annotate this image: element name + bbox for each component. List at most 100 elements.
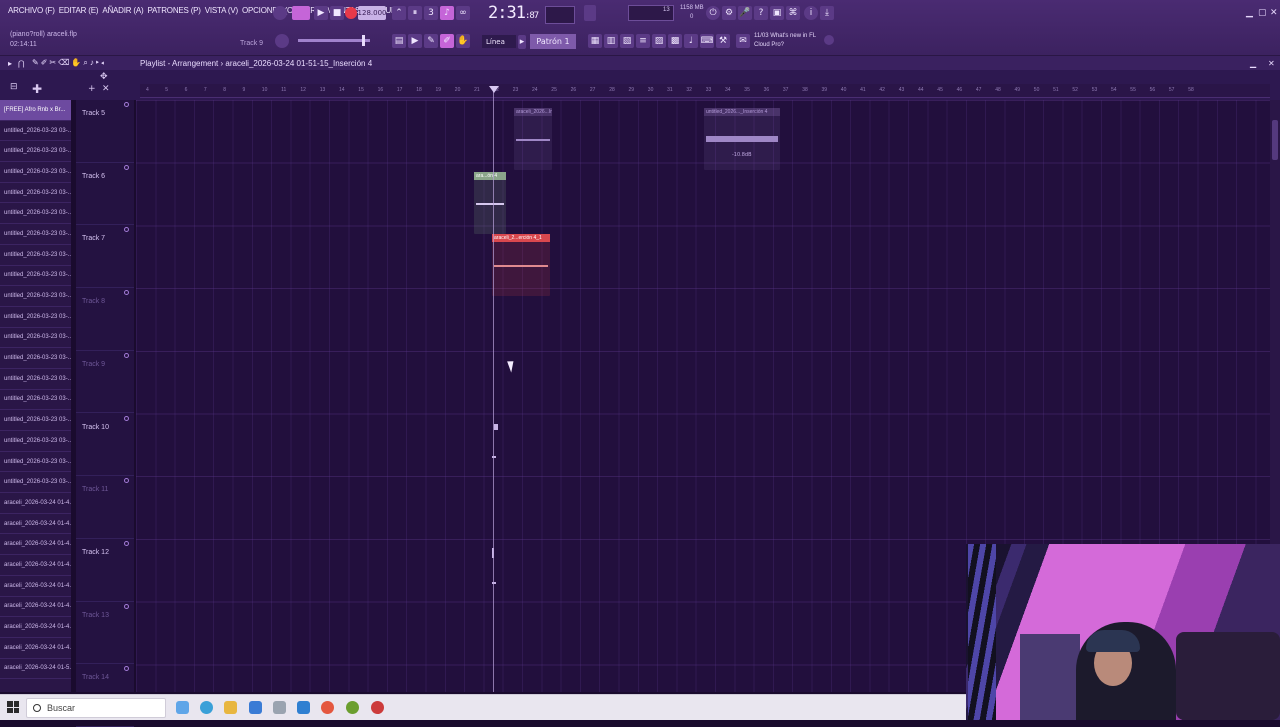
track-header[interactable]: Track 7: [76, 225, 134, 289]
picker-item[interactable]: araceli_2026-03-24 01-5...: [0, 659, 71, 680]
picker-item[interactable]: araceli_2026-03-24 01-4...: [0, 576, 71, 597]
track-header[interactable]: Track 6: [76, 163, 134, 226]
playlist-tools-icon[interactable]: ✎✐✂⌫✋⌕♪▸◂: [32, 58, 106, 68]
news-ticker[interactable]: 11/03 What's new in FL Cloud Pro?: [754, 32, 816, 50]
touch-keyboard-icon[interactable]: ⌨: [700, 34, 714, 48]
track-enable-icon[interactable]: [124, 540, 129, 546]
playlist-icon[interactable]: ▦: [588, 34, 602, 48]
picker-item[interactable]: untitled_2026-03-23 03-...: [0, 431, 71, 452]
audio-clip[interactable]: araceli_2026...Inserción 4: [514, 108, 552, 170]
track-enable-icon[interactable]: [124, 102, 129, 107]
monitor-icon[interactable]: [584, 5, 596, 21]
picker-item[interactable]: araceli_2026-03-24 01-4...: [0, 617, 71, 638]
playlist-titlebar[interactable]: ▸ ⋂ ✎✐✂⌫✋⌕♪▸◂ Playlist - Arrangement › a…: [0, 56, 1280, 70]
menu-item[interactable]: ARCHIVO (F): [8, 6, 55, 15]
audio-clip[interactable]: araceli_2...erción 4_1: [492, 234, 550, 296]
track-enable-icon[interactable]: [124, 478, 129, 484]
countdown-icon[interactable]: 3: [424, 6, 438, 20]
close-icon[interactable]: ✕: [1270, 8, 1278, 18]
pat-song-icon[interactable]: [292, 6, 310, 20]
picker-item[interactable]: untitled_2026-03-23 03-...: [0, 224, 71, 245]
obs-icon[interactable]: [371, 701, 384, 714]
app-icon-2[interactable]: [249, 701, 262, 714]
audio-clip[interactable]: ara...ón 4: [474, 172, 506, 234]
track-header[interactable]: Track 13: [76, 602, 134, 665]
maximize-icon[interactable]: ▢: [1258, 8, 1267, 18]
tempo-tapper-icon[interactable]: ♩: [684, 34, 698, 48]
cloud-icon[interactable]: [824, 35, 834, 45]
draw-icon[interactable]: ✎: [424, 34, 438, 48]
track-header[interactable]: Track 9: [76, 351, 134, 414]
picker-item[interactable]: untitled_2026-03-23 03-...: [0, 369, 71, 390]
picker-item[interactable]: untitled_2026-03-23 03-...: [0, 410, 71, 431]
wrench-icon[interactable]: ⚒: [716, 34, 730, 48]
menu-item[interactable]: PATRONES (P): [147, 6, 201, 15]
track-enable-icon[interactable]: [124, 164, 129, 170]
picker-item[interactable]: untitled_2026-03-23 03-...: [0, 266, 71, 287]
metronome-icon[interactable]: ⌃: [392, 6, 406, 20]
taskbar-search-input[interactable]: Buscar: [26, 698, 166, 718]
picker-item[interactable]: untitled_2026-03-23 03-...: [0, 245, 71, 266]
stop-button[interactable]: ■: [330, 6, 344, 20]
scroll-thumb[interactable]: [1272, 120, 1278, 160]
picker-item[interactable]: untitled_2026-03-23 03-...: [0, 141, 71, 163]
paint-icon[interactable]: ✐: [440, 34, 454, 48]
menu-item[interactable]: VISTA (V): [205, 6, 238, 15]
picker-item[interactable]: untitled_2026-03-23 03-...: [0, 162, 71, 183]
track-enable-icon[interactable]: [124, 603, 129, 609]
menu-item[interactable]: AÑADIR (A): [102, 6, 143, 15]
vscode-icon[interactable]: [297, 701, 310, 714]
menu-item[interactable]: EDITAR (E): [59, 6, 99, 15]
picker-item[interactable]: araceli_2026-03-24 01-4...: [0, 534, 71, 556]
mixer-view-icon[interactable]: ≡: [636, 34, 650, 48]
picker-item[interactable]: araceli_2026-03-24 01-4...: [0, 555, 71, 576]
power-icon[interactable]: ⏻: [706, 6, 720, 20]
audio-clip[interactable]: untitled_2026..._Inserción 4 -10.8dB: [704, 108, 780, 170]
record-button[interactable]: [345, 7, 357, 19]
picker-item[interactable]: untitled_2026-03-23 03-...: [0, 307, 71, 328]
track-header[interactable]: Track 12: [76, 539, 134, 602]
plugin-icon[interactable]: ⌘: [786, 6, 800, 20]
track-enable-icon[interactable]: [124, 415, 129, 421]
playhead-marker[interactable]: [489, 86, 499, 93]
picker-item[interactable]: araceli_2026-03-24 01-4...: [0, 638, 71, 659]
plugin-db-icon[interactable]: ▩: [668, 34, 682, 48]
picker-item[interactable]: araceli_2026-03-24 01-4...: [0, 597, 71, 618]
mic-icon[interactable]: 🎤: [738, 6, 752, 20]
minimize-icon[interactable]: ▁: [1246, 8, 1253, 18]
mixer-icon[interactable]: ⚙: [722, 6, 736, 20]
fl-studio-icon[interactable]: [346, 701, 359, 714]
magnet-icon[interactable]: ⋂: [18, 59, 25, 68]
chrome-icon[interactable]: [321, 701, 334, 714]
channel-rack-icon[interactable]: ▧: [620, 34, 634, 48]
playhead-line[interactable]: [493, 86, 494, 692]
picker-item[interactable]: untitled_2026-03-23 03-...: [0, 183, 71, 204]
windows-start-icon[interactable]: [7, 701, 19, 713]
pattern-select[interactable]: Patrón 1: [530, 34, 576, 49]
settings-icon[interactable]: [273, 701, 286, 714]
track-enable-icon[interactable]: [124, 290, 129, 296]
track-header[interactable]: Track 8: [76, 288, 134, 351]
info-icon[interactable]: i: [804, 6, 818, 20]
clip-marker[interactable]: [494, 424, 498, 430]
master-pitch-knob[interactable]: [275, 34, 289, 48]
add-track-icon[interactable]: +: [88, 84, 96, 94]
download-icon[interactable]: ⤓: [820, 6, 834, 20]
picker-item[interactable]: [FREE] Afro Rnb x Br...: [0, 100, 71, 121]
tempo-display[interactable]: 128.000: [358, 6, 386, 20]
master-volume-slider[interactable]: [298, 35, 370, 46]
browser-icon[interactable]: ▨: [652, 34, 666, 48]
add-pattern-icon[interactable]: ✚: [32, 82, 42, 96]
picker-item[interactable]: untitled_2026-03-23 03-...: [0, 286, 71, 307]
piano-roll-icon[interactable]: ▥: [604, 34, 618, 48]
playlist-menu-icon[interactable]: ▸: [8, 59, 12, 68]
picker-item[interactable]: untitled_2026-03-23 03-...: [0, 452, 71, 473]
picker-item[interactable]: untitled_2026-03-23 03-...: [0, 348, 71, 369]
track-enable-icon[interactable]: [124, 352, 129, 358]
arrangement-name[interactable]: araceli_2026-03-24 01-51-15_Inserción 4: [225, 59, 372, 68]
menu-item[interactable]: OPCIONES (O): [242, 6, 296, 15]
picker-toggle-icon[interactable]: ⊟: [10, 82, 18, 92]
wait-input-icon[interactable]: ⏸: [408, 6, 422, 20]
remove-track-icon[interactable]: ✕: [102, 84, 110, 94]
snap-icon[interactable]: ▤: [392, 34, 406, 48]
